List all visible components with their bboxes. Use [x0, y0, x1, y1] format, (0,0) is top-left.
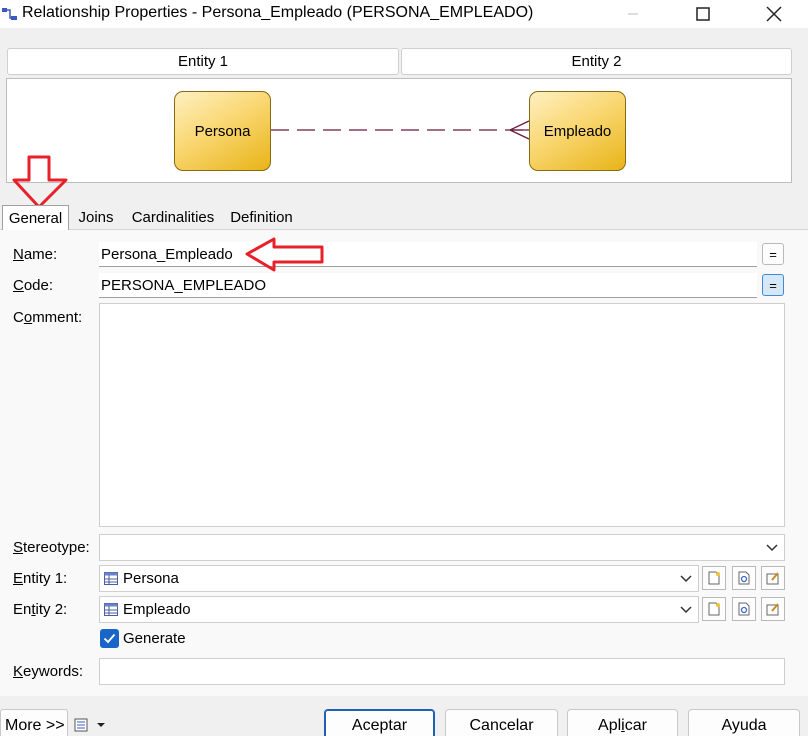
annotation-down-arrow-icon: [12, 155, 68, 209]
tab-definition[interactable]: Definition: [224, 205, 299, 229]
tab-cardinalities[interactable]: Cardinalities: [124, 205, 222, 229]
name-eq-button[interactable]: =: [762, 243, 784, 265]
diagram-entity-persona[interactable]: Persona: [174, 91, 271, 171]
properties-icon: [766, 572, 779, 585]
entity2-tools: [702, 597, 786, 621]
name-input[interactable]: Persona_Empleado: [99, 242, 757, 267]
entity2-create-button[interactable]: [702, 597, 726, 621]
code-input[interactable]: PERSONA_EMPLEADO: [99, 273, 757, 298]
entity1-select[interactable]: Persona: [99, 565, 699, 592]
name-value: Persona_Empleado: [101, 245, 233, 263]
entity1-select-button[interactable]: [732, 566, 756, 590]
new-document-icon: [708, 571, 720, 585]
table-icon: [104, 572, 118, 585]
chevron-down-icon: [680, 574, 692, 582]
chevron-down-icon: [680, 605, 692, 613]
list-view-icon: [74, 718, 88, 732]
code-eq-button[interactable]: =: [762, 274, 784, 296]
entity2-value: Empleado: [123, 601, 191, 618]
more-button[interactable]: More >>: [0, 709, 68, 736]
tab-joins[interactable]: Joins: [71, 205, 121, 229]
find-object-icon: [738, 571, 750, 585]
entity1-create-button[interactable]: [702, 566, 726, 590]
code-value: PERSONA_EMPLEADO: [101, 276, 267, 294]
annotation-left-arrow-icon: [245, 237, 324, 272]
entity2-label: Entity 2:: [13, 601, 68, 618]
code-label: Code:: [13, 277, 54, 294]
aceptar-button[interactable]: Aceptar: [324, 709, 435, 736]
view-menu-button[interactable]: [74, 715, 112, 735]
stereotype-label: Stereotype:: [13, 539, 90, 556]
generate-checkbox[interactable]: [100, 629, 119, 648]
caret-down-icon: [97, 723, 105, 727]
entity1-properties-button[interactable]: [761, 566, 785, 590]
diagram-entity-empleado[interactable]: Empleado: [529, 91, 626, 171]
ayuda-button[interactable]: Ayuda: [688, 709, 800, 736]
chevron-down-icon: [766, 543, 778, 551]
tab-general[interactable]: General: [2, 205, 69, 230]
table-icon: [104, 603, 118, 616]
entity1-tools: [702, 566, 786, 590]
crowfoot-icon: [509, 120, 530, 140]
entity2-properties-button[interactable]: [761, 597, 785, 621]
keywords-input[interactable]: [99, 658, 785, 685]
entity1-value: Persona: [123, 570, 179, 587]
entity2-select[interactable]: Empleado: [99, 596, 699, 623]
comment-textarea[interactable]: [99, 303, 785, 527]
name-label: Name:: [13, 246, 58, 263]
entity1-label: Entity 1:: [13, 570, 68, 587]
properties-icon: [766, 603, 779, 616]
keywords-label: Keywords:: [13, 663, 84, 680]
cancelar-button[interactable]: Cancelar: [445, 709, 558, 736]
relationship-line: [271, 120, 530, 140]
entity2-select-button[interactable]: [732, 597, 756, 621]
generate-label[interactable]: Generate: [123, 630, 187, 647]
new-document-icon: [708, 602, 720, 616]
aplicar-button[interactable]: Apl i car: [567, 709, 678, 736]
checkmark-icon: [103, 633, 116, 644]
stereotype-select[interactable]: [99, 534, 785, 561]
find-object-icon: [738, 602, 750, 616]
comment-label: Comment:: [13, 309, 83, 326]
